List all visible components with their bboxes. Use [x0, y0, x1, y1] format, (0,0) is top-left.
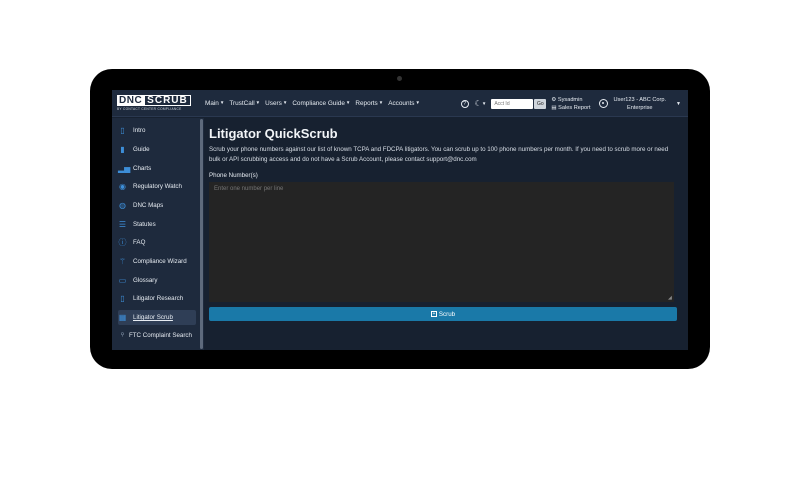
sidebar-item-glossary[interactable]: ▭ Glossary — [118, 273, 196, 288]
sidebar-item-label: DNC Maps — [133, 202, 164, 209]
sidebar-item-ftc-complaint-search[interactable]: ⚲ FTC Complaint Search — [118, 328, 196, 343]
logo-wordmark: DNC SCRUB — [117, 95, 197, 106]
sidebar-item-label: Litigator Scrub — [133, 314, 173, 321]
scrub-button[interactable]: + Scrub — [209, 307, 677, 321]
go-button[interactable]: Go — [534, 98, 547, 109]
main-content: Litigator QuickScrub Scrub your phone nu… — [204, 118, 688, 350]
app-screen: DNC SCRUB BY CONTACT CENTER COMPLIANCE M… — [112, 90, 688, 350]
chevron-down-icon: ▼ — [219, 99, 225, 105]
table-icon: ▦ — [118, 313, 127, 322]
sidebar-item-litigator-research[interactable]: ▯ Litigator Research — [118, 291, 196, 306]
main-nav: Main▼ TrustCall▼ Users▼ Compliance Guide… — [205, 100, 420, 107]
sidebar-item-label: Litigator Research — [133, 295, 184, 302]
book-icon: ▮ — [120, 145, 125, 154]
open-book-icon: ▭ — [118, 276, 127, 285]
sidebar-item-regulatory-watch[interactable]: ◉ Regulatory Watch — [118, 179, 196, 194]
moon-icon[interactable]: ☾▼ — [475, 99, 487, 108]
wand-icon: ⚚ — [118, 257, 127, 266]
chevron-down-icon[interactable]: ▼ — [676, 101, 681, 107]
top-navbar: DNC SCRUB BY CONTACT CENTER COMPLIANCE M… — [112, 90, 688, 117]
eye-icon: ◉ — [119, 182, 126, 191]
tablet-device-frame: DNC SCRUB BY CONTACT CENTER COMPLIANCE M… — [90, 69, 710, 369]
acct-id-input[interactable] — [491, 98, 534, 109]
sidebar-item-label: Intro — [133, 127, 146, 134]
phone-numbers-textarea[interactable] — [209, 182, 674, 302]
logo-dnc-text: DNC — [117, 95, 145, 106]
nav-reports-label: Reports — [355, 99, 378, 107]
header-tools: ? ☾▼ Go ⚙ Sysadmin ▤ Sales Report User12… — [460, 90, 688, 117]
nav-main[interactable]: Main▼ — [205, 100, 224, 107]
sidebar-item-dnc-maps[interactable]: ◍ DNC Maps — [118, 198, 196, 213]
nav-users-label: Users — [265, 99, 282, 107]
resize-grip-icon[interactable]: ◢ — [668, 295, 672, 301]
nav-trustcall-label: TrustCall — [229, 99, 255, 107]
chevron-down-icon: ▼ — [255, 99, 261, 105]
sidebar-item-label: Compliance Wizard — [133, 258, 187, 265]
logo-scrub-text: SCRUB — [144, 95, 191, 106]
page-description: Scrub your phone numbers against our lis… — [209, 146, 669, 163]
question-icon: ⓘ — [118, 238, 127, 247]
nav-compliance-guide-label: Compliance Guide — [292, 99, 345, 107]
nav-main-label: Main — [205, 99, 219, 107]
sales-report-label: Sales Report — [558, 104, 591, 111]
sidebar-item-label: Guide — [133, 146, 150, 153]
search-icon: ⚲ — [120, 332, 125, 338]
sidebar: ▯ Intro ▮ Guide ▂▅ Charts ◉ Regulatory Watch… — [112, 118, 204, 350]
sidebar-item-intro[interactable]: ▯ Intro — [118, 123, 196, 138]
nav-compliance-guide[interactable]: Compliance Guide▼ — [292, 100, 350, 107]
phone-numbers-label: Phone Number(s) — [209, 172, 258, 179]
document-icon: ▯ — [120, 126, 125, 135]
dnc-scrub-logo[interactable]: DNC SCRUB BY CONTACT CENTER COMPLIANCE — [117, 95, 197, 112]
nav-accounts-label: Accounts — [388, 99, 415, 107]
nav-users[interactable]: Users▼ — [265, 100, 287, 107]
chevron-down-icon: ▼ — [345, 99, 351, 105]
user-avatar-icon[interactable] — [598, 99, 608, 108]
chevron-down-icon: ▼ — [415, 99, 420, 105]
gear-icon: ⚙ — [551, 96, 558, 103]
nav-reports[interactable]: Reports▼ — [355, 100, 383, 107]
user-plan: Enterprise — [627, 104, 653, 111]
list-icon: ☰ — [118, 220, 127, 229]
nav-trustcall[interactable]: TrustCall▼ — [229, 100, 260, 107]
sidebar-item-label: FAQ — [133, 239, 146, 246]
sidebar-item-guide[interactable]: ▮ Guide — [118, 142, 196, 157]
scrub-button-label: Scrub — [438, 310, 456, 318]
chevron-down-icon: ▼ — [378, 99, 384, 105]
sidebar-item-faq[interactable]: ⓘ FAQ — [118, 235, 196, 250]
chevron-down-icon: ▼ — [282, 99, 288, 105]
sidebar-item-compliance-wizard[interactable]: ⚚ Compliance Wizard — [118, 254, 196, 269]
user-menu[interactable]: User123 - ABC Corp. Enterprise — [614, 96, 667, 112]
camera-dot — [397, 76, 402, 81]
bar-chart-icon: ▂▅ — [118, 164, 131, 173]
sidebar-item-label: Statutes — [133, 221, 156, 228]
nav-accounts[interactable]: Accounts▼ — [388, 100, 420, 107]
clipboard-icon: ▯ — [120, 294, 125, 303]
sidebar-item-label: Glossary — [133, 277, 158, 284]
sidebar-item-label: Charts — [133, 165, 152, 172]
sysadmin-label: Sysadmin — [557, 96, 583, 103]
sidebar-scrollbar[interactable] — [200, 119, 203, 349]
sidebar-item-statutes[interactable]: ☰ Statutes — [118, 217, 196, 232]
help-icon[interactable]: ? — [460, 99, 469, 108]
page-title: Litigator QuickScrub — [209, 126, 338, 141]
admin-links: ⚙ Sysadmin ▤ Sales Report — [551, 96, 590, 112]
sysadmin-link[interactable]: ⚙ Sysadmin — [551, 96, 590, 104]
sidebar-item-label: FTC Complaint Search — [129, 332, 192, 339]
logo-tagline: BY CONTACT CENTER COMPLIANCE — [117, 107, 182, 111]
sidebar-item-charts[interactable]: ▂▅ Charts — [118, 161, 196, 176]
sales-report-link[interactable]: ▤ Sales Report — [551, 104, 590, 112]
globe-icon: ◍ — [119, 201, 126, 210]
sidebar-item-litigator-scrub[interactable]: ▦ Litigator Scrub — [118, 310, 196, 325]
user-name: User123 - ABC Corp. — [613, 96, 667, 103]
sidebar-item-label: Regulatory Watch — [133, 183, 182, 190]
plus-square-icon: + — [430, 311, 437, 317]
